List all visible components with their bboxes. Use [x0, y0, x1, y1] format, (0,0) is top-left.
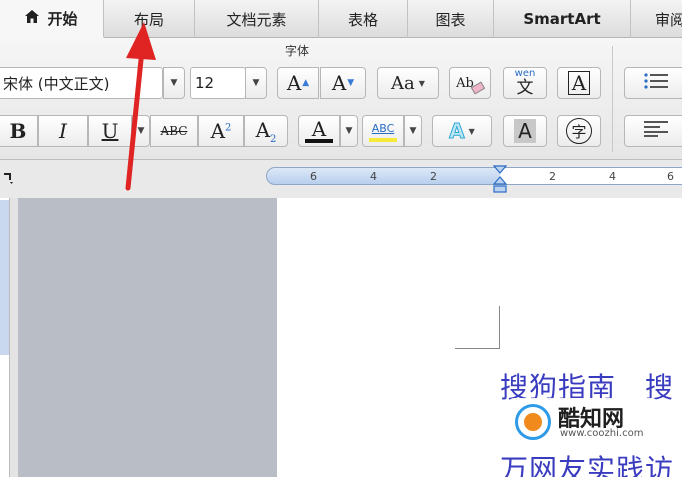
indent-marker[interactable] — [492, 165, 508, 195]
underline-button[interactable]: U — [88, 115, 132, 147]
grow-arrow-icon: ▲ — [302, 78, 310, 88]
tab-home-label: 开始 — [47, 10, 78, 28]
tab-layout[interactable]: 布局 — [104, 0, 195, 38]
workspace-gutter — [10, 198, 18, 477]
font-size-field[interactable]: 12 — [190, 67, 246, 99]
phonetic-guide-char: 文 — [516, 78, 534, 98]
highlight-dropdown[interactable]: ▼ — [404, 115, 422, 147]
change-case-button[interactable]: Aa ▼ — [377, 67, 439, 99]
word-app-window: 开始 布局 文档元素 表格 图表 SmartArt 审阅 字体 宋体 (中文正文… — [0, 0, 682, 477]
shrink-font-button[interactable]: A ▼ — [320, 67, 366, 99]
character-shading-glyph: A — [514, 119, 536, 143]
bold-button[interactable]: B — [0, 115, 38, 147]
font-color-glyph: A — [311, 117, 327, 141]
tab-home[interactable]: 开始 — [0, 0, 104, 38]
ruler-text-area — [500, 168, 682, 184]
character-shading-button[interactable]: A — [503, 115, 547, 147]
vertical-ruler-margin — [0, 200, 9, 355]
text-effects-glyph: A — [449, 119, 466, 144]
enclose-characters-button[interactable]: 字 — [557, 115, 601, 147]
enclose-characters-glyph: 字 — [566, 118, 592, 144]
highlight-color-bar — [369, 138, 397, 142]
character-border-button[interactable]: A — [557, 67, 601, 99]
italic-button[interactable]: I — [38, 115, 88, 147]
tab-layout-label: 布局 — [133, 10, 164, 29]
change-case-glyph: Aa — [391, 72, 415, 94]
strikethrough-button[interactable]: ABC — [150, 115, 198, 147]
tab-document-elements[interactable]: 文档元素 — [195, 0, 319, 38]
tab-charts[interactable]: 图表 — [408, 0, 494, 38]
character-border-glyph: A — [567, 71, 591, 95]
subscript-button[interactable]: A2 — [244, 115, 288, 147]
tab-review[interactable]: 审阅 — [631, 0, 682, 38]
ribbon-tab-bar: 开始 布局 文档元素 表格 图表 SmartArt 审阅 — [0, 0, 682, 38]
font-size-dropdown[interactable]: ▼ — [245, 67, 267, 99]
font-size-value: 12 — [195, 74, 215, 92]
tab-charts-label: 图表 — [435, 10, 466, 29]
watermark-url: www.coozhi.com — [560, 428, 644, 439]
ruler-tick-label: 4 — [370, 170, 377, 183]
tab-document-elements-label: 文档元素 — [226, 10, 287, 29]
tab-stop-selector[interactable] — [0, 168, 16, 188]
highlight-glyph: ABC — [371, 122, 395, 135]
italic-glyph: I — [59, 119, 67, 143]
font-group-title: 字体 — [285, 44, 310, 58]
group-divider — [612, 46, 613, 152]
home-icon — [25, 10, 40, 27]
tab-tables-label: 表格 — [347, 10, 378, 29]
document-background — [18, 198, 277, 477]
tab-review-label: 审阅 — [655, 10, 682, 29]
ruler-tick-label: 6 — [310, 170, 317, 183]
shrink-arrow-icon: ▼ — [347, 78, 355, 88]
font-color-dropdown[interactable]: ▼ — [340, 115, 358, 147]
change-case-dropdown-icon: ▼ — [418, 78, 425, 88]
align-left-icon — [644, 121, 668, 141]
bold-glyph: B — [9, 119, 27, 143]
font-color-bar — [305, 139, 333, 143]
text-effects-dropdown-icon: ▼ — [468, 126, 475, 136]
font-name-dropdown[interactable]: ▼ — [163, 67, 185, 99]
underline-dropdown[interactable]: ▼ — [132, 115, 150, 147]
highlight-button[interactable]: ABC — [362, 115, 404, 147]
tab-tables[interactable]: 表格 — [319, 0, 408, 38]
superscript-glyph: A2 — [210, 119, 232, 143]
clear-formatting-button[interactable]: Ab — [449, 67, 491, 99]
strikethrough-glyph: ABC — [160, 124, 188, 138]
ruler-tick-label: 4 — [609, 170, 616, 183]
grow-font-button[interactable]: A ▲ — [277, 67, 319, 99]
font-name-field[interactable]: 宋体 (中文正文) — [0, 67, 163, 99]
bullet-list-icon — [644, 73, 668, 93]
document-text-line[interactable]: 万网友实践访 — [500, 448, 674, 477]
underline-glyph: U — [101, 119, 119, 143]
font-color-button[interactable]: A — [298, 115, 340, 147]
ruler-tick-label: 2 — [430, 170, 437, 183]
ruler-tick-label: 2 — [549, 170, 556, 183]
subscript-glyph: A2 — [255, 117, 277, 145]
tab-smartart[interactable]: SmartArt — [494, 0, 631, 38]
tab-smartart-label: SmartArt — [523, 10, 601, 28]
phonetic-guide-button[interactable]: wen 文 — [503, 67, 547, 99]
shrink-font-glyph: A — [331, 71, 347, 95]
bullets-button[interactable] — [624, 67, 682, 99]
ruler-tick-label: 6 — [667, 170, 674, 183]
page-margin-corner-mark — [455, 306, 500, 349]
align-left-button[interactable] — [624, 115, 682, 147]
font-name-value: 宋体 (中文正文) — [3, 74, 110, 93]
ribbon-panel: 字体 宋体 (中文正文) ▼ 12 ▼ A ▲ A ▼ Aa ▼ Ab wen — [0, 38, 682, 160]
watermark-logo-center — [524, 413, 542, 431]
superscript-button[interactable]: A2 — [198, 115, 244, 147]
text-effects-button[interactable]: A ▼ — [432, 115, 492, 147]
grow-font-glyph: A — [286, 71, 302, 95]
